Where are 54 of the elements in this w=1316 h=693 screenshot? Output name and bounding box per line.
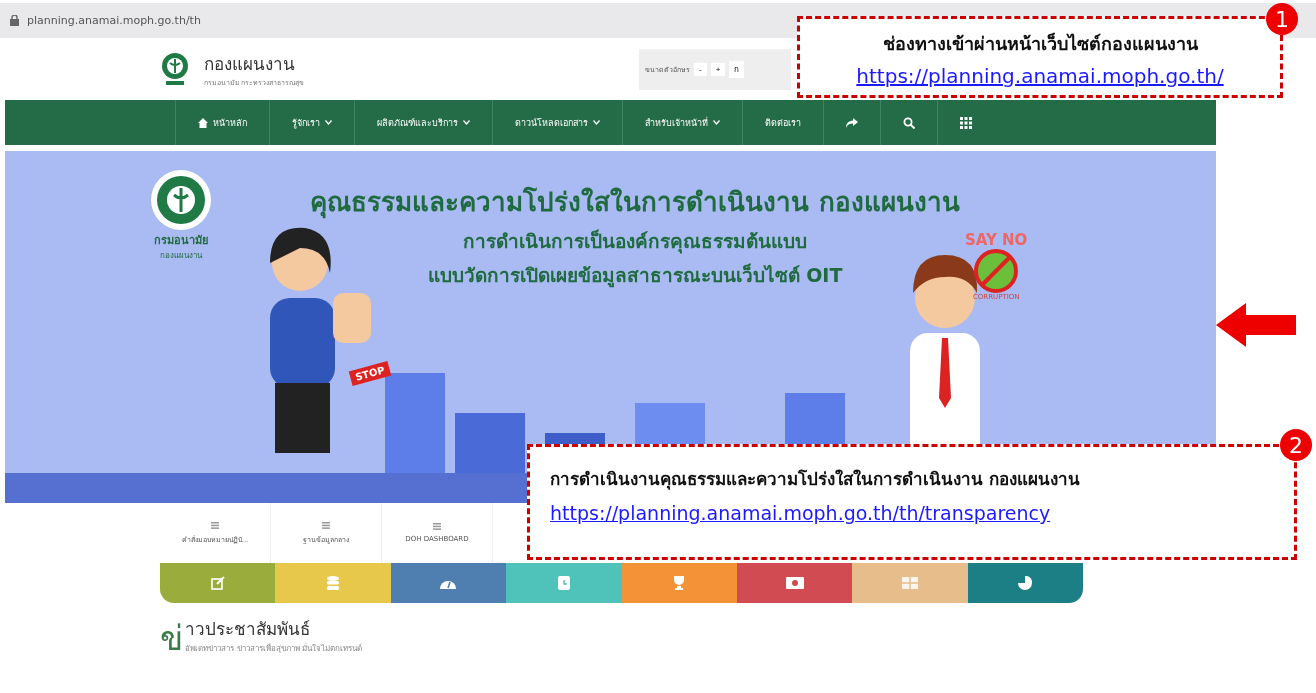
- category-tab[interactable]: [160, 563, 276, 603]
- database-icon: [327, 576, 340, 590]
- emblem-icon: [160, 52, 190, 86]
- org-subname: กองแผนงาน: [160, 250, 202, 262]
- list-icon: [211, 521, 219, 529]
- banner-title: คุณธรรมและความโปร่งใสในการดำเนินงาน กองแผนงาน: [310, 185, 960, 221]
- banner-subtitle: การดำเนินการเป็นองค์กรคุณธรรมต้นแบบ: [463, 228, 807, 256]
- search-icon: [903, 116, 915, 129]
- grid-icon: [960, 116, 972, 129]
- home-icon: [198, 117, 208, 128]
- site-title: กองแผนงาน: [204, 53, 296, 76]
- caret-icon: [325, 120, 332, 125]
- category-tab[interactable]: [506, 563, 622, 603]
- nav-item[interactable]: สำหรับเจ้าหน้าที่: [622, 100, 742, 145]
- lock-icon: [10, 15, 19, 26]
- section-subtitle: อัพเดทข่าวสาร ข่าวสารเพื่อสุขภาพ มั่นใจไม่ตกเทรนด์: [185, 642, 363, 655]
- edit-icon: [210, 576, 225, 590]
- font-size-button[interactable]: -: [694, 62, 707, 76]
- prohibition-icon: [974, 249, 1019, 293]
- banknote-icon: [785, 577, 804, 589]
- arrow-icon: [1216, 303, 1296, 347]
- pie-chart-icon: [1018, 576, 1033, 590]
- section-heading: าวประชาสัมพันธ์: [185, 618, 311, 641]
- nav-item[interactable]: ผลิตภัณฑ์และบริการ: [354, 100, 492, 145]
- org-name: กรมอนามัย: [154, 233, 208, 249]
- category-tab[interactable]: [621, 563, 737, 603]
- nav-item[interactable]: ติดต่อเรา: [742, 100, 823, 145]
- nav-item[interactable]: ดาวน์โหลดเอกสาร: [492, 100, 622, 145]
- clock-icon: [557, 576, 570, 590]
- callout-title: การดำเนินงานคุณธรรมและความโปร่งใสในการดำเนินงาน กองแผนงาน: [550, 468, 1081, 492]
- nav-item[interactable]: รู้จักเรา: [269, 100, 354, 145]
- table-icon: [901, 577, 918, 589]
- slogan-text: SAY NO: [965, 231, 1028, 249]
- caret-icon: [463, 120, 470, 125]
- caret-icon: [713, 120, 720, 125]
- list-icon: [322, 521, 330, 529]
- callout-link[interactable]: https://planning.anamai.moph.go.th/: [856, 64, 1224, 88]
- stop-sign: STOP: [348, 361, 392, 386]
- list-icon: [433, 523, 441, 530]
- heading-initial: ข่: [160, 621, 183, 655]
- emblem-icon: [150, 169, 212, 231]
- font-size-button[interactable]: ก: [729, 60, 745, 78]
- url-text: planning.anamai.moph.go.th/th: [27, 14, 201, 27]
- callout-link[interactable]: https://planning.anamai.moph.go.th/th/transparency: [550, 502, 1274, 524]
- category-tab[interactable]: [967, 563, 1083, 603]
- font-size-button[interactable]: +: [710, 62, 726, 76]
- caret-icon: [593, 120, 600, 125]
- category-tab[interactable]: [736, 563, 853, 603]
- share-icon: [846, 117, 858, 128]
- step-badge: 2: [1280, 429, 1312, 461]
- nav-item[interactable]: หน้าหลัก: [175, 100, 269, 145]
- banner-subtitle: แบบวัดการเปิดเผยข้อมูลสาธารณะบนเว็บไซต์ OIT: [427, 262, 843, 290]
- trophy-icon: [673, 576, 686, 590]
- category-tab[interactable]: [390, 563, 507, 603]
